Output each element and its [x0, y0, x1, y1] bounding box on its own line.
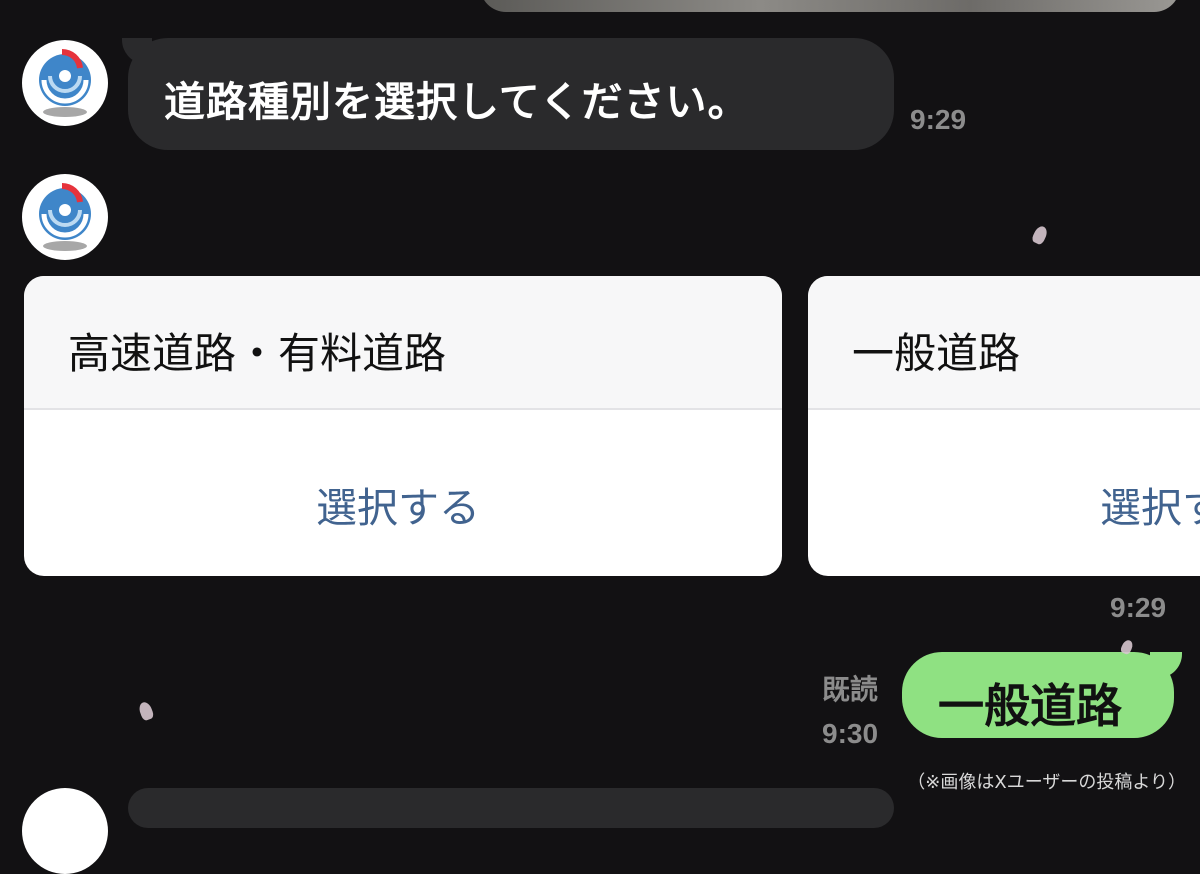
select-button[interactable]: 選択する — [1100, 474, 1200, 534]
mlit-logo-icon — [39, 48, 91, 117]
mlit-logo-icon — [39, 182, 91, 251]
card-header: 高速道路・有料道路 — [24, 276, 782, 410]
carousel-card-expressway: 高速道路・有料道路 選択する — [24, 276, 782, 576]
carousel-card-general-road: 一般道路 選択する — [808, 276, 1200, 576]
bot-message-bubble: 道路種別を選択してください。 — [122, 38, 894, 150]
petal-decoration — [1030, 224, 1050, 246]
select-button[interactable]: 選択する — [316, 474, 480, 534]
user-message-bubble: 一般道路 — [902, 652, 1182, 738]
previous-image-message[interactable] — [480, 0, 1180, 12]
bot-message-text: 道路種別を選択してください。 — [164, 78, 750, 126]
user-message-timestamp: 9:30 — [822, 718, 879, 749]
user-message-text: 一般道路 — [938, 679, 1122, 733]
image-credit-caption: （※画像はXユーザーの投稿より） — [907, 772, 1186, 793]
card-title: 一般道路 — [852, 329, 1021, 378]
petal-decoration — [137, 700, 155, 722]
carousel-timestamp: 9:29 — [1110, 592, 1167, 623]
message-timestamp: 9:29 — [910, 104, 967, 135]
card-title: 高速道路・有料道路 — [68, 329, 447, 378]
bot-avatar[interactable] — [22, 40, 108, 126]
bot-avatar[interactable] — [22, 788, 108, 874]
read-receipt: 既読 — [822, 673, 879, 706]
bot-avatar[interactable] — [22, 174, 108, 260]
bot-message-bubble — [128, 788, 894, 828]
card-header: 一般道路 — [808, 276, 1200, 410]
